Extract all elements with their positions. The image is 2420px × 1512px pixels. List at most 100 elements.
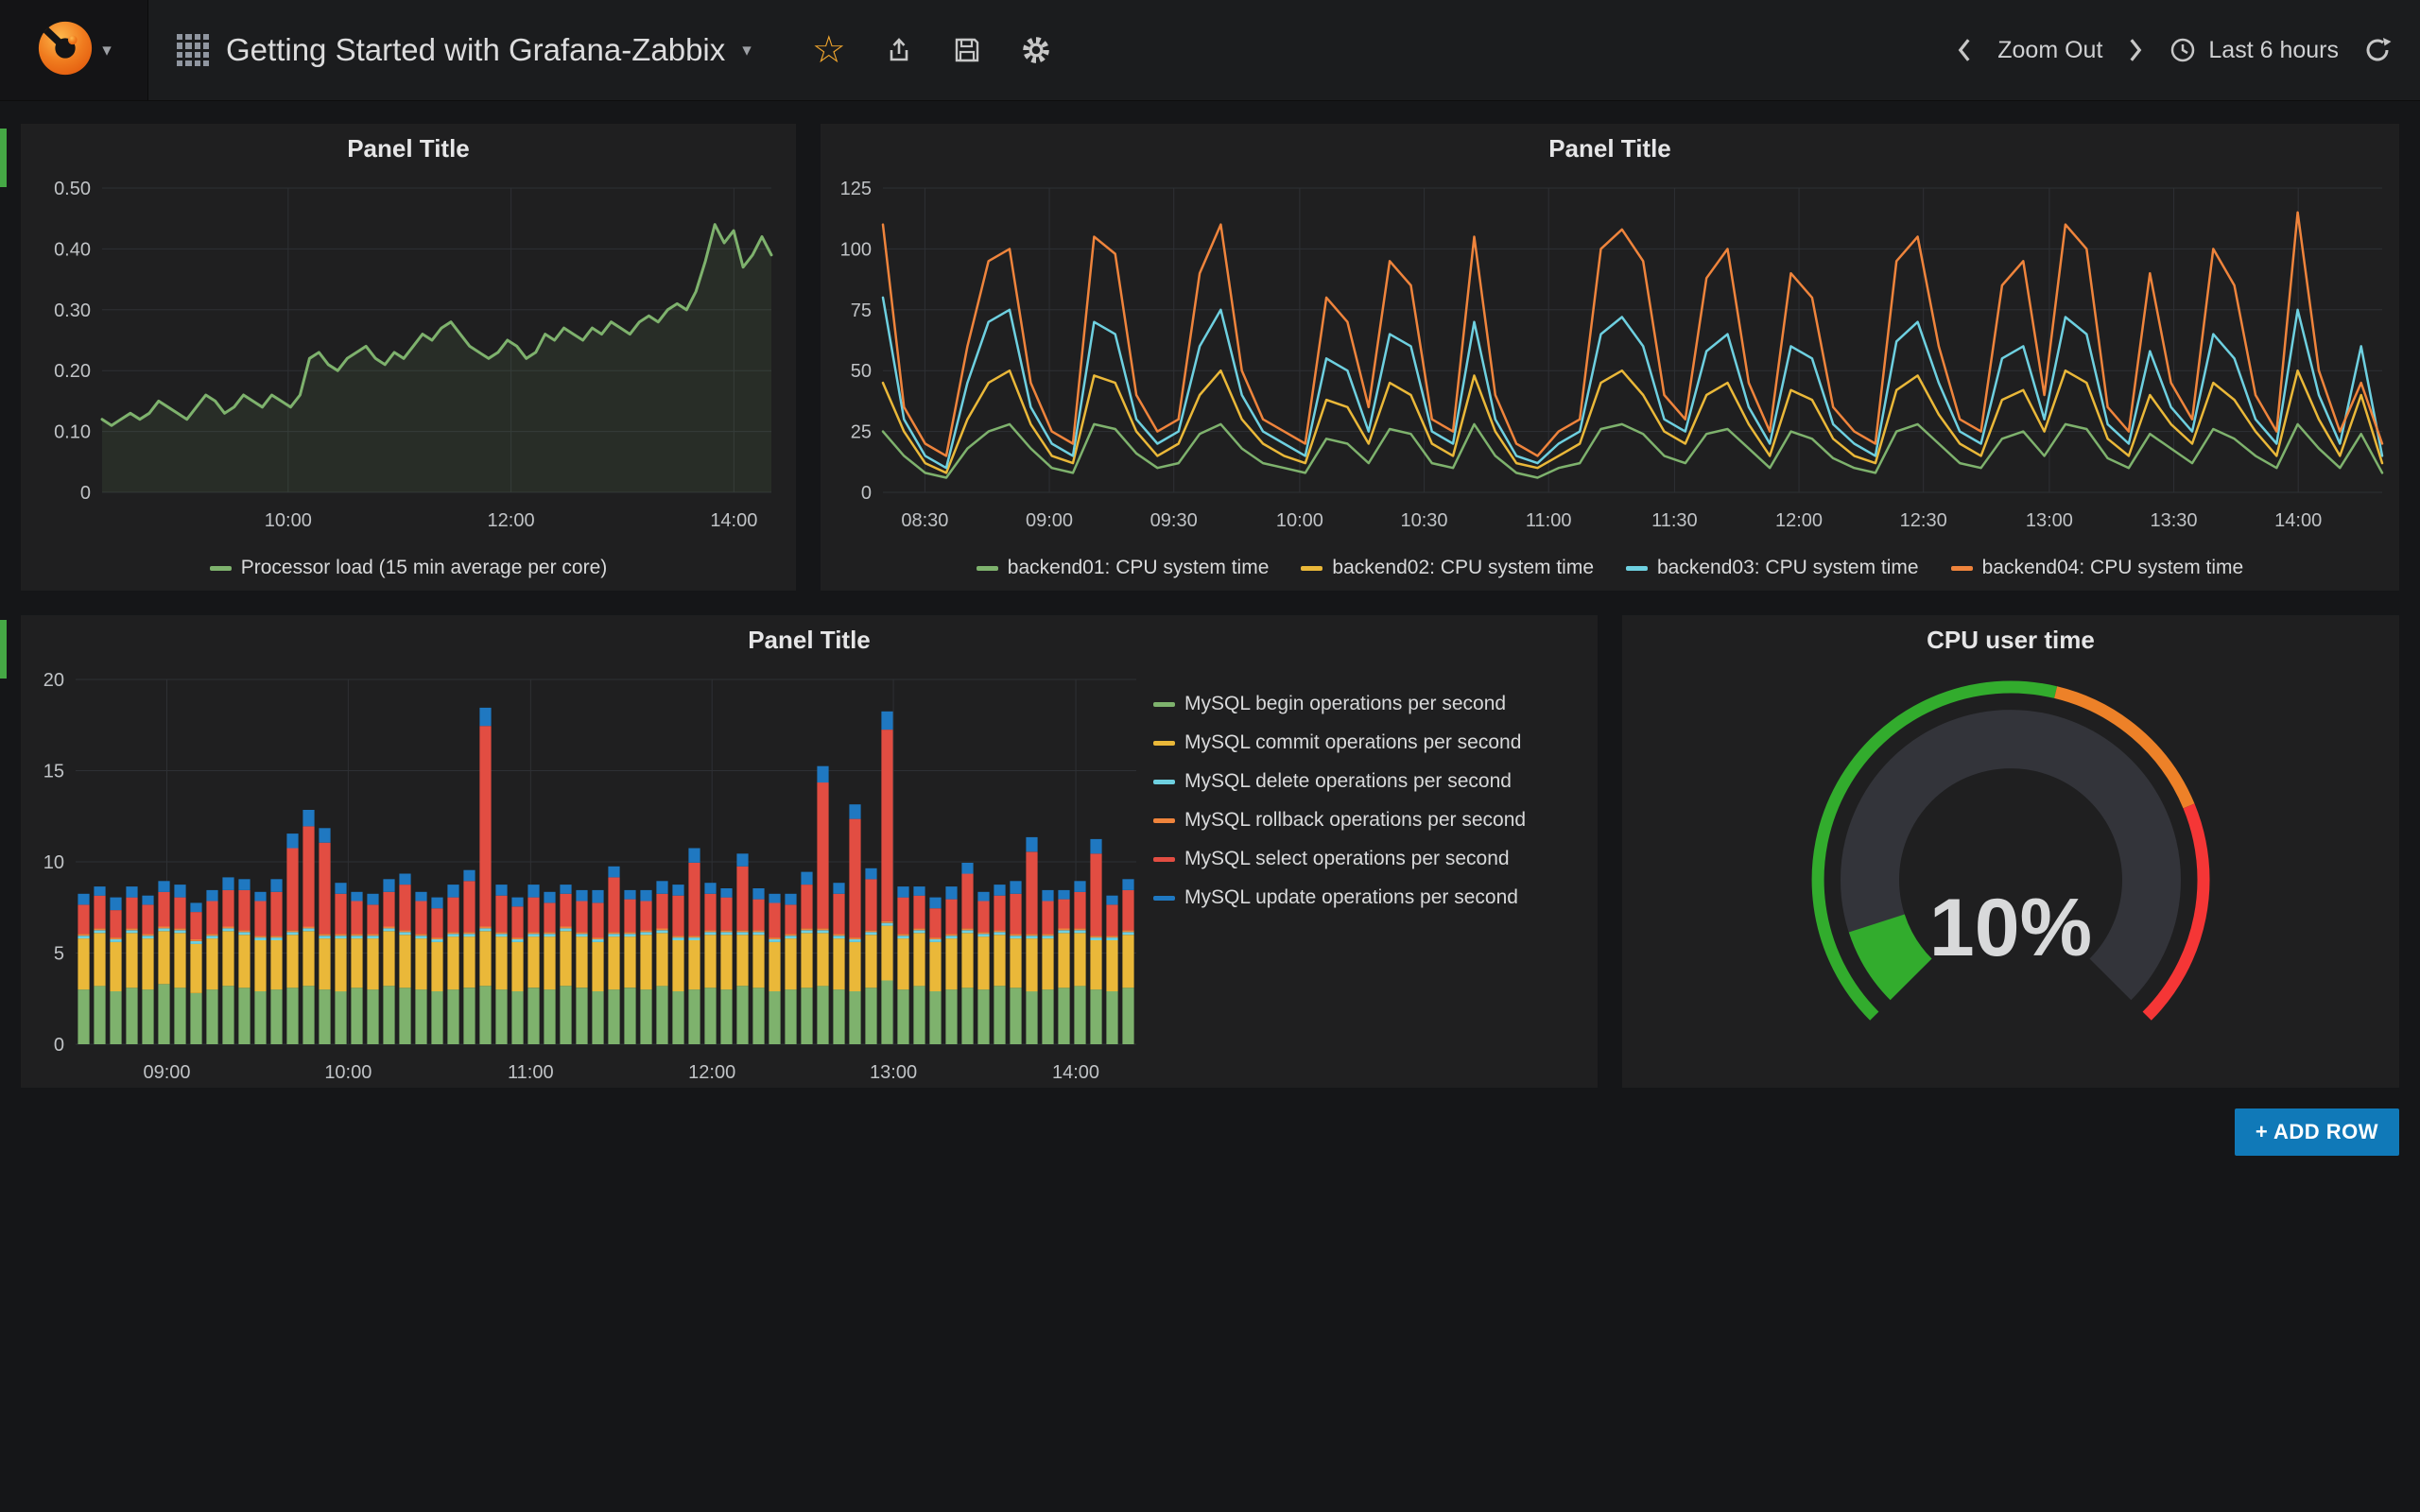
panel-cpu-system-time: Panel Title 025507510012508:3009:0009:30… bbox=[821, 124, 2399, 591]
legend-item[interactable]: backend01: CPU system time bbox=[977, 557, 1270, 579]
legend-swatch bbox=[1153, 857, 1175, 862]
legend-item[interactable]: MySQL update operations per second bbox=[1153, 886, 1598, 909]
svg-text:12:00: 12:00 bbox=[488, 510, 535, 531]
legend-item[interactable]: MySQL delete operations per second bbox=[1153, 770, 1598, 793]
legend-item[interactable]: MySQL commit operations per second bbox=[1153, 731, 1598, 754]
mysql-operations-chart[interactable]: 0510152009:0010:0011:0012:0013:0014:00 bbox=[21, 664, 1153, 1092]
legend-label: MySQL rollback operations per second bbox=[1184, 809, 1526, 832]
refresh-icon[interactable] bbox=[2363, 36, 2392, 64]
legend-item[interactable]: backend03: CPU system time bbox=[1626, 557, 1919, 579]
svg-text:5: 5 bbox=[54, 944, 64, 965]
processor-load-chart[interactable]: 00.100.200.300.400.5010:0012:0014:00 bbox=[21, 173, 796, 541]
legend-swatch bbox=[1153, 896, 1175, 901]
gear-icon[interactable] bbox=[1020, 34, 1052, 66]
svg-text:11:00: 11:00 bbox=[1526, 510, 1572, 531]
legend-label: backend02: CPU system time bbox=[1332, 557, 1594, 579]
svg-text:10: 10 bbox=[43, 852, 64, 873]
chevron-down-icon: ▾ bbox=[742, 40, 752, 61]
svg-text:0.20: 0.20 bbox=[54, 361, 91, 382]
svg-text:0: 0 bbox=[54, 1035, 64, 1056]
panel-title[interactable]: Panel Title bbox=[21, 124, 796, 173]
legend-label: backend01: CPU system time bbox=[1008, 557, 1270, 579]
svg-text:10:30: 10:30 bbox=[1401, 510, 1448, 531]
star-icon[interactable]: ☆ bbox=[812, 31, 846, 69]
svg-text:75: 75 bbox=[851, 301, 872, 321]
time-range-label: Last 6 hours bbox=[2208, 37, 2339, 64]
svg-text:14:00: 14:00 bbox=[1052, 1062, 1099, 1083]
legend-swatch bbox=[977, 566, 998, 571]
legend-label: MySQL delete operations per second bbox=[1184, 770, 1512, 793]
share-icon[interactable] bbox=[884, 35, 914, 65]
panel-title[interactable]: CPU user time bbox=[1622, 615, 2399, 664]
svg-text:13:00: 13:00 bbox=[870, 1062, 917, 1083]
svg-text:11:00: 11:00 bbox=[508, 1062, 554, 1083]
svg-text:50: 50 bbox=[851, 361, 872, 382]
legend-label: MySQL select operations per second bbox=[1184, 848, 1510, 870]
svg-text:12:30: 12:30 bbox=[1900, 510, 1947, 531]
svg-text:10:00: 10:00 bbox=[1276, 510, 1323, 531]
svg-text:0.40: 0.40 bbox=[54, 239, 91, 260]
chevron-left-icon[interactable] bbox=[1956, 36, 1973, 64]
svg-text:10:00: 10:00 bbox=[324, 1062, 372, 1083]
svg-text:11:30: 11:30 bbox=[1651, 510, 1698, 531]
svg-text:14:00: 14:00 bbox=[2274, 510, 2322, 531]
legend-item[interactable]: MySQL select operations per second bbox=[1153, 848, 1598, 870]
svg-text:20: 20 bbox=[43, 670, 64, 691]
dashboard-grid-icon bbox=[177, 34, 209, 66]
svg-text:125: 125 bbox=[840, 179, 872, 199]
svg-text:0: 0 bbox=[861, 483, 872, 504]
svg-text:13:30: 13:30 bbox=[2151, 510, 2198, 531]
legend-label: MySQL begin operations per second bbox=[1184, 693, 1506, 715]
legend-swatch bbox=[1153, 780, 1175, 784]
panel-processor-load: Panel Title 00.100.200.300.400.5010:0012… bbox=[21, 124, 796, 591]
legend-swatch bbox=[1626, 566, 1648, 571]
row-menu-tab[interactable] bbox=[0, 620, 7, 679]
dashboard-title-menu[interactable]: Getting Started with Grafana-Zabbix ▾ bbox=[148, 0, 780, 100]
time-range-picker[interactable]: Last 6 hours bbox=[2169, 36, 2339, 64]
clock-icon bbox=[2169, 36, 2197, 64]
add-row-button[interactable]: + ADD ROW bbox=[2235, 1108, 2399, 1156]
svg-text:100: 100 bbox=[840, 239, 872, 260]
legend-item[interactable]: backend04: CPU system time bbox=[1951, 557, 2244, 579]
legend-swatch bbox=[1153, 741, 1175, 746]
panel-title[interactable]: Panel Title bbox=[21, 615, 1598, 664]
svg-text:0: 0 bbox=[80, 483, 91, 504]
legend-item[interactable]: backend02: CPU system time bbox=[1301, 557, 1594, 579]
svg-text:14:00: 14:00 bbox=[710, 510, 757, 531]
legend-label: backend03: CPU system time bbox=[1657, 557, 1919, 579]
panel-title[interactable]: Panel Title bbox=[821, 124, 2399, 173]
legend-item[interactable]: MySQL rollback operations per second bbox=[1153, 809, 1598, 832]
legend-label: MySQL update operations per second bbox=[1184, 886, 1518, 909]
panel-cpu-user-time-gauge: CPU user time 10% bbox=[1622, 615, 2399, 1088]
grafana-logo-button[interactable]: ▾ bbox=[0, 0, 148, 100]
chevron-right-icon[interactable] bbox=[2127, 36, 2144, 64]
legend-swatch bbox=[1153, 818, 1175, 823]
dashboard-title: Getting Started with Grafana-Zabbix bbox=[226, 32, 725, 68]
legend-swatch bbox=[1951, 566, 1973, 571]
svg-text:13:00: 13:00 bbox=[2026, 510, 2073, 531]
zoom-out-button[interactable]: Zoom Out bbox=[1997, 37, 2102, 64]
svg-text:15: 15 bbox=[43, 762, 64, 782]
grafana-logo-icon bbox=[36, 19, 95, 82]
panel-mysql-operations: Panel Title 0510152009:0010:0011:0012:00… bbox=[21, 615, 1598, 1088]
svg-text:09:00: 09:00 bbox=[1026, 510, 1073, 531]
svg-text:0.30: 0.30 bbox=[54, 301, 91, 321]
legend-swatch bbox=[1153, 702, 1175, 707]
legend: MySQL begin operations per second MySQL … bbox=[1153, 664, 1598, 1092]
cpu-user-time-gauge: 10% bbox=[1622, 664, 2399, 1092]
svg-text:12:00: 12:00 bbox=[1775, 510, 1823, 531]
row-menu-tab[interactable] bbox=[0, 129, 7, 187]
legend-item[interactable]: Processor load (15 min average per core) bbox=[210, 557, 608, 579]
legend-swatch bbox=[1301, 566, 1322, 571]
cpu-system-time-chart[interactable]: 025507510012508:3009:0009:3010:0010:3011… bbox=[821, 173, 2399, 541]
svg-text:09:30: 09:30 bbox=[1150, 510, 1198, 531]
legend-label: Processor load (15 min average per core) bbox=[241, 557, 608, 579]
legend-label: backend04: CPU system time bbox=[1982, 557, 2244, 579]
legend-item[interactable]: MySQL begin operations per second bbox=[1153, 693, 1598, 715]
svg-text:0.10: 0.10 bbox=[54, 422, 91, 443]
svg-text:10%: 10% bbox=[1929, 883, 2092, 973]
svg-text:10:00: 10:00 bbox=[265, 510, 312, 531]
dashboard-content: Panel Title 00.100.200.300.400.5010:0012… bbox=[0, 101, 2420, 1178]
save-icon[interactable] bbox=[952, 35, 982, 65]
svg-text:09:00: 09:00 bbox=[143, 1062, 190, 1083]
